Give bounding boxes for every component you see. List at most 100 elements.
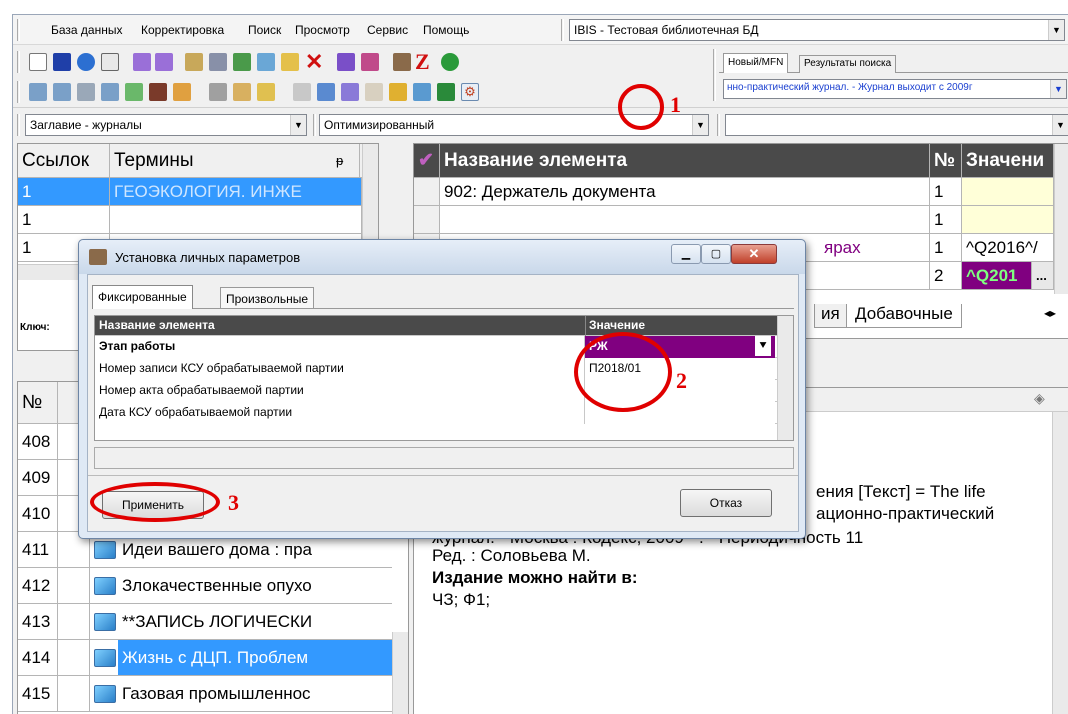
toolbar-grip[interactable] — [17, 114, 20, 136]
search-results-select[interactable]: нно-практический журнал. - Журнал выходи… — [723, 79, 1067, 99]
table-row[interactable]: 412 Злокачественные опухо — [18, 568, 392, 604]
tab-custom[interactable]: Произвольные — [220, 287, 315, 309]
edit-icon[interactable] — [281, 53, 299, 71]
print-icon[interactable] — [29, 83, 47, 101]
settings-row[interactable]: Номер записи КСУ обрабатываемой партии П… — [95, 358, 777, 380]
dictionary-select[interactable]: Заглавие - журналы ▼ — [25, 114, 307, 136]
ellipsis-button[interactable]: ... — [1032, 262, 1054, 289]
menu-service[interactable]: Сервис — [367, 23, 408, 37]
new-document-icon[interactable] — [29, 53, 47, 71]
chevron-down-icon[interactable]: ▼ — [692, 115, 708, 135]
elements-scrollbar[interactable] — [1054, 144, 1068, 294]
table-row[interactable]: 1 ГЕОЭКОЛОГИЯ. ИНЖЕ — [18, 178, 362, 206]
global-correction-icon[interactable] — [173, 83, 191, 101]
element-num-column-header[interactable]: № — [930, 144, 962, 177]
eraser-icon[interactable] — [149, 83, 167, 101]
table-row[interactable]: 902: Держатель документа 1 — [414, 178, 1054, 206]
statistics-icon[interactable] — [125, 83, 143, 101]
grid-icon[interactable] — [209, 53, 227, 71]
table-row[interactable]: 1 — [414, 206, 1054, 234]
element-value-cell[interactable] — [962, 206, 1054, 233]
previous-record-icon[interactable] — [133, 53, 151, 71]
toolbar-grip[interactable] — [17, 81, 20, 103]
folder-icon[interactable] — [389, 83, 407, 101]
tab-scroll-icon[interactable]: ◂▸ — [1044, 306, 1056, 320]
settings-scrollbar[interactable] — [777, 316, 793, 440]
extra-select[interactable]: ▼ — [725, 114, 1068, 136]
next-record-icon[interactable] — [155, 53, 173, 71]
parameter-column-header[interactable]: Название элемента — [99, 316, 215, 335]
personal-settings-icon[interactable]: ⚙ — [461, 83, 479, 101]
clipboard-icon[interactable] — [233, 83, 251, 101]
links-column-header[interactable]: Ссылок — [18, 144, 110, 177]
element-name-column-header[interactable]: Название элемента — [440, 144, 930, 177]
maximize-button[interactable]: ▢ — [701, 244, 731, 264]
print-set-icon[interactable] — [53, 83, 71, 101]
element-value-cell[interactable] — [962, 178, 1054, 205]
settings-row[interactable]: Дата КСУ обрабатываемой партии — [95, 402, 777, 424]
chevron-down-icon[interactable]: ▼ — [1050, 80, 1066, 98]
tab-additional[interactable]: Добавочные — [846, 304, 962, 328]
description-scrollbar[interactable] — [1052, 412, 1068, 714]
undo-icon[interactable] — [77, 53, 95, 71]
number-column-header[interactable]: № — [18, 382, 58, 423]
toolbar-grip[interactable] — [313, 114, 316, 136]
close-icon[interactable]: ✕ — [731, 244, 777, 264]
report-icon[interactable] — [101, 83, 119, 101]
element-value-cell[interactable]: ^Q201 — [962, 262, 1032, 289]
table-row[interactable]: 1 — [18, 206, 362, 234]
chart-icon[interactable] — [413, 83, 431, 101]
chevron-down-icon[interactable]: ▼ — [290, 115, 306, 135]
menu-view[interactable]: Просмотр — [295, 23, 350, 37]
element-value-column-header[interactable]: Значени — [962, 144, 1054, 177]
import-icon[interactable] — [361, 53, 379, 71]
library-icon[interactable] — [393, 53, 411, 71]
document-icon[interactable] — [365, 83, 383, 101]
tree-icon[interactable] — [257, 53, 275, 71]
settings-row[interactable]: Номер акта обрабатываемой партии — [95, 380, 777, 402]
tab-search-results[interactable]: Результаты поиска — [799, 55, 897, 73]
copy-record-icon[interactable] — [101, 53, 119, 71]
minimize-button[interactable]: ▁ — [671, 244, 701, 264]
element-value-cell[interactable]: ^Q2016^/ — [962, 234, 1054, 261]
z3950-icon[interactable]: Z — [415, 49, 430, 75]
eraser-icon[interactable]: ◈ — [1034, 390, 1045, 407]
menu-database[interactable]: База данных — [51, 23, 122, 37]
toolbar-grip[interactable] — [17, 19, 20, 41]
export-icon[interactable] — [337, 53, 355, 71]
format-icon[interactable] — [185, 53, 203, 71]
database-select[interactable]: IBIS - Тестовая библиотечная БД ▼ — [569, 19, 1065, 41]
pin-icon[interactable]: ᵽ — [336, 144, 343, 177]
tab-fixed[interactable]: Фиксированные — [92, 285, 193, 309]
records-scrollbar[interactable] — [392, 632, 408, 714]
globe-icon[interactable] — [441, 53, 459, 71]
dropdown-arrow-icon[interactable]: ⯆ — [755, 336, 771, 356]
save-icon[interactable] — [53, 53, 71, 71]
table-row[interactable]: 413 **ЗАПИСЬ ЛОГИЧЕСКИ — [18, 604, 392, 640]
toolbar-grip[interactable] — [717, 114, 720, 136]
tab-new-mfn[interactable]: Новый/MFN — [723, 53, 789, 73]
delete-icon[interactable]: ✕ — [305, 49, 323, 75]
menu-help[interactable]: Помощь — [423, 23, 469, 37]
excel-icon[interactable] — [437, 83, 455, 101]
toolbar-grip[interactable] — [17, 51, 20, 73]
link-icon[interactable] — [209, 83, 227, 101]
scan-icon[interactable] — [293, 83, 311, 101]
paste-icon[interactable] — [257, 83, 275, 101]
books-out-icon[interactable] — [341, 83, 359, 101]
chevron-down-icon[interactable]: ▼ — [1052, 115, 1068, 135]
toolbar-grip[interactable] — [561, 19, 564, 41]
menu-edit[interactable]: Корректировка — [141, 23, 224, 37]
table-row[interactable]: 414 Жизнь с ДЦП. Проблем — [18, 640, 392, 676]
tab-partial[interactable]: ия — [814, 304, 847, 328]
chevron-down-icon[interactable]: ▼ — [1048, 20, 1064, 40]
books-icon[interactable] — [317, 83, 335, 101]
tools-icon[interactable] — [233, 53, 251, 71]
menu-search[interactable]: Поиск — [248, 23, 281, 37]
cancel-button[interactable]: Отказ — [680, 489, 772, 517]
toolbar-grip[interactable] — [713, 49, 716, 101]
settings-row[interactable]: Этап работы РЖ ⯆ — [95, 336, 777, 358]
print-preview-icon[interactable] — [77, 83, 95, 101]
table-row[interactable]: 415 Газовая промышленнос — [18, 676, 392, 712]
terms-column-header[interactable]: Термины — [110, 144, 360, 177]
